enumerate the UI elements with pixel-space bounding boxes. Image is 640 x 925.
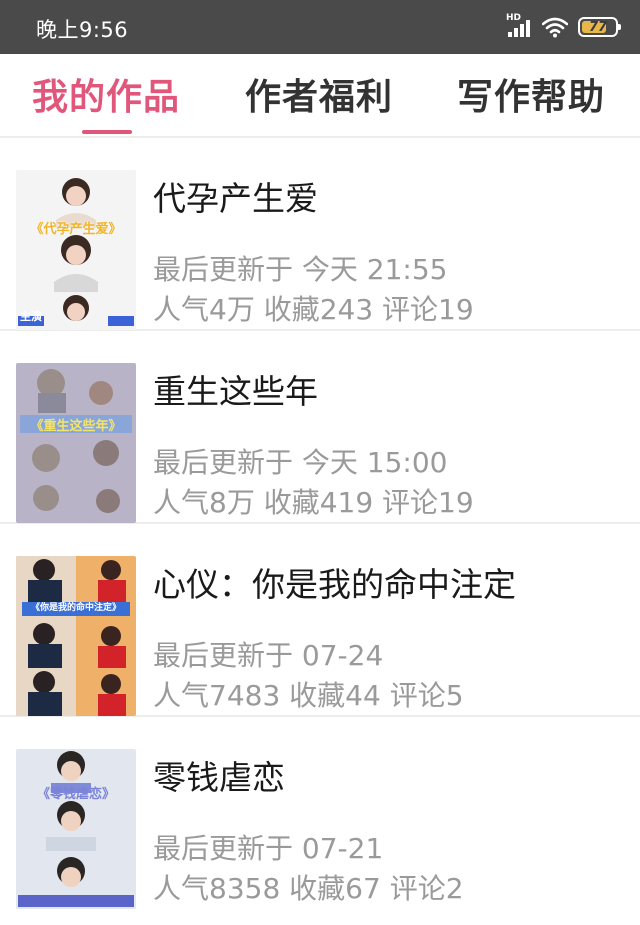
tab-my-works[interactable]: 我的作品 — [32, 68, 180, 120]
works-list: 《代孕产生爱》 主演 代孕产生爱 最后更新于 今天 21:55 人气4万 收藏2… — [0, 138, 640, 910]
work-item[interactable]: 《你是我的命中注定》 心仪：你是我的命中注定 最后更新于 07-24 人气748… — [0, 524, 640, 717]
book-cover[interactable]: 《你是我的命中注定》 — [16, 556, 136, 716]
cover-title: 《你是我的命中注定》 — [30, 603, 121, 613]
tab-writing-help[interactable]: 写作帮助 — [457, 68, 605, 120]
work-last-updated: 最后更新于 07-24 — [153, 639, 384, 672]
work-last-updated: 最后更新于 07-21 — [153, 832, 384, 865]
active-tab-indicator — [82, 130, 132, 134]
status-bar: 晚上9:56 HD 77 — [0, 0, 640, 54]
work-title[interactable]: 重生这些年 — [153, 365, 318, 413]
battery-level: 77 — [588, 19, 608, 35]
work-stats: 人气4万 收藏243 评论19 — [153, 293, 474, 326]
work-last-updated: 最后更新于 今天 15:00 — [153, 446, 448, 479]
work-item[interactable]: 《重生这些年》 重生这些年 最后更新于 今天 15:00 人气8万 收藏419 … — [0, 331, 640, 524]
work-item[interactable]: 《代孕产生爱》 主演 代孕产生爱 最后更新于 今天 21:55 人气4万 收藏2… — [0, 138, 640, 331]
cover-tag: 主演 — [20, 310, 42, 323]
tab-author-benefits[interactable]: 作者福利 — [245, 68, 393, 120]
cellular-signal-icon: HD — [506, 13, 532, 39]
work-title[interactable]: 代孕产生爱 — [153, 172, 318, 220]
work-stats: 人气8358 收藏67 评论2 — [153, 872, 464, 905]
work-title[interactable]: 心仪：你是我的命中注定 — [153, 558, 516, 606]
battery-icon: 77 — [578, 17, 621, 37]
work-stats: 人气7483 收藏44 评论5 — [153, 679, 464, 712]
hd-badge: HD — [506, 13, 522, 23]
work-stats: 人气8万 收藏419 评论19 — [153, 486, 474, 519]
cover-title: 《重生这些年》 — [30, 419, 122, 434]
work-item[interactable]: 《零钱虐恋》 零钱虐恋 最后更新于 07-21 人气8358 收藏67 评论2 — [0, 717, 640, 910]
wifi-icon — [542, 17, 568, 38]
book-cover[interactable]: 《代孕产生爱》 主演 — [16, 170, 136, 330]
status-time: 晚上9:56 — [36, 18, 129, 42]
cover-illustration — [16, 556, 136, 716]
book-cover[interactable]: 《重生这些年》 — [16, 363, 136, 523]
cover-illustration — [16, 363, 136, 523]
cover-title: 《零钱虐恋》 — [36, 787, 115, 802]
book-cover[interactable]: 《零钱虐恋》 — [16, 749, 136, 909]
work-title[interactable]: 零钱虐恋 — [153, 751, 285, 799]
cover-title: 《代孕产生爱》 — [30, 222, 122, 237]
status-icons: HD 77 — [506, 12, 621, 42]
cover-illustration — [16, 170, 136, 330]
tab-bar: 我的作品 作者福利 写作帮助 — [0, 54, 640, 138]
cover-illustration — [16, 749, 136, 909]
work-last-updated: 最后更新于 今天 21:55 — [153, 253, 448, 286]
